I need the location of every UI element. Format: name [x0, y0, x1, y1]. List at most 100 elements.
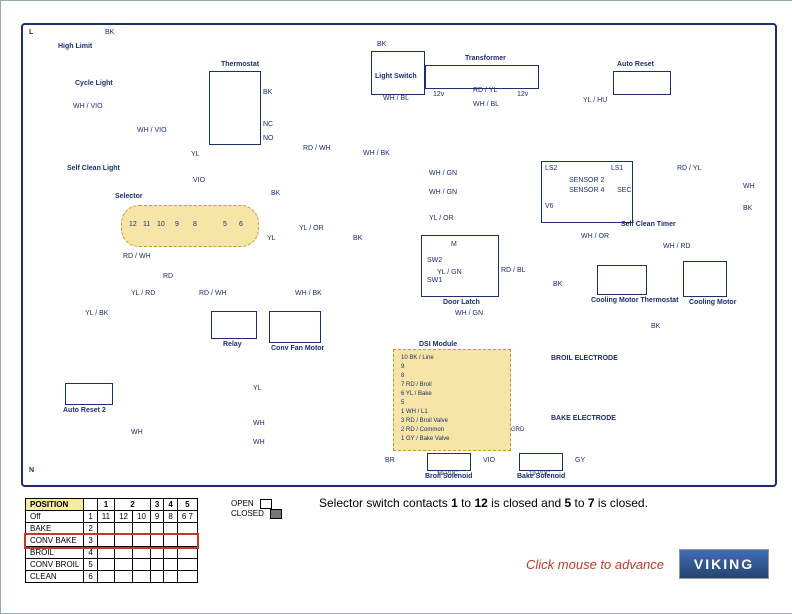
high-limit-label: High Limit	[58, 43, 92, 50]
wire-rd-sel: RD	[163, 273, 173, 280]
table-legend: OPEN CLOSED	[231, 499, 282, 519]
dsi-l0: 10 BK / Line	[401, 355, 434, 361]
ls2: LS2	[545, 165, 557, 172]
viking-logo: VIKING	[679, 549, 769, 579]
position-row-highlight: CONV BAKE3	[26, 535, 198, 547]
auto-reset-2-label: Auto Reset 2	[63, 407, 106, 414]
self-clean-timer-label: Self Clean Timer	[621, 221, 676, 228]
broil-electrode-label: BROIL ELECTRODE	[551, 355, 618, 362]
wire-br: BR	[385, 457, 395, 464]
selector-label: Selector	[115, 193, 143, 200]
thermostat-label: Thermostat	[221, 61, 259, 68]
position-table: POSITION 1 2 3 4 5 Off 1 11 12 10 9 8 6 …	[25, 498, 198, 583]
position-table-wrap: POSITION 1 2 3 4 5 Off 1 11 12 10 9 8 6 …	[25, 498, 198, 583]
cycle-light-label: Cycle Light	[75, 80, 113, 87]
wire-wh-bl-ls: WH / BL	[383, 95, 409, 102]
relay-label: Relay	[223, 341, 242, 348]
conv-fan-box	[269, 311, 321, 343]
wire-rd-bl: RD / BL	[501, 267, 526, 274]
wire-gy: GY	[575, 457, 585, 464]
cooling-motor-box	[683, 261, 727, 297]
transformer-box	[425, 65, 539, 89]
wire-wh-bk-sel: WH / BK	[295, 290, 322, 297]
th-position: POSITION	[26, 499, 84, 511]
wire-no: NO	[263, 135, 274, 142]
wire-yl-or-2: YL / OR	[429, 215, 454, 222]
wire-wl-gn-2: WH / GN	[429, 189, 457, 196]
cmt-box	[597, 265, 647, 295]
wire-bk-ls: BK	[377, 41, 386, 48]
dsi-l2: 8	[401, 373, 404, 379]
wire-rd-wh-3: RD / WH	[199, 290, 227, 297]
cooling-motor-thermostat-label: Cooling Motor Thermostat	[591, 297, 657, 304]
wire-vio-sol: VIO	[483, 457, 495, 464]
sec: SEC	[617, 187, 631, 194]
wire-yl-gn-dl: YL / GN	[437, 269, 462, 276]
dsi-l6: 1 WH / L1	[401, 409, 428, 415]
dsi-l7: 3 RD / Broil Valve	[401, 418, 448, 424]
sw1: SW1	[427, 277, 442, 284]
conv-fan-label: Conv Fan Motor	[271, 345, 321, 352]
wire-rd-wh-sel: RD / WH	[123, 253, 151, 260]
auto-reset-box	[613, 71, 671, 95]
wire-bk-right: BK	[743, 205, 752, 212]
wire-rd-yl-sct: RD / YL	[677, 165, 701, 172]
wire-wh-vio-1: WH / VIO	[73, 103, 103, 110]
dsi-l8: 2 RD / Common	[401, 427, 444, 433]
wire-yl-rd: YL / RD	[131, 290, 155, 297]
wire-yl-hu: YL / HU	[583, 97, 607, 104]
wire-wh-vio-2: WH / VIO	[137, 127, 167, 134]
12v-a: 12v	[433, 91, 444, 98]
wire-bk-thermo: BK	[263, 89, 272, 96]
transformer-label: Transformer	[465, 55, 506, 62]
sensor4: SENSOR 4	[569, 187, 604, 194]
wire-yl-or: YL / OR	[299, 225, 324, 232]
wire-bk-bot: BK	[651, 323, 660, 330]
wire-wh-or: WH / OR	[581, 233, 609, 240]
grd: GRD	[511, 427, 524, 433]
broil-sol-box	[427, 453, 471, 471]
thermostat-box	[209, 71, 261, 145]
vdc-b: 19 VDC	[529, 471, 550, 477]
wire-bk-sel: BK	[271, 190, 280, 197]
auto-reset-label: Auto Reset	[617, 61, 654, 68]
wire-wh-right: WH	[743, 183, 755, 190]
caption-text: Selector switch contacts 1 to 12 is clos…	[319, 496, 648, 510]
wire-yl-thermo: YL	[191, 151, 200, 158]
wire-wh-bk-mid: WH / BK	[363, 150, 390, 157]
schematic-frame: L N High Limit BK Cycle Light WH / VIO W…	[21, 23, 777, 487]
door-latch-label: Door Latch	[443, 299, 480, 306]
auto-reset-2-box	[65, 383, 113, 405]
wire-wh-bot-c: WH	[131, 429, 143, 436]
dsi-l1: 9	[401, 364, 404, 370]
wire-yl-bk: YL / BK	[85, 310, 108, 317]
cooling-motor-label: Cooling Motor	[689, 299, 736, 306]
page[interactable]: L N High Limit BK Cycle Light WH / VIO W…	[0, 0, 792, 614]
wire-rd-wh-1: RD / WH	[303, 145, 331, 152]
bake-electrode-label: BAKE ELECTRODE	[551, 415, 616, 422]
wire-wh-bot-b: WH	[253, 439, 265, 446]
terminal-L: L	[29, 29, 33, 36]
dsi-l3: 7 RD / Broil	[401, 382, 432, 388]
wire-bk-mid: BK	[353, 235, 362, 242]
advance-hint[interactable]: Click mouse to advance	[526, 557, 664, 572]
wire-rd-yl-tr: RD / YL	[473, 87, 497, 94]
vdc-a: 19 VDC	[437, 471, 458, 477]
wire-wh-bot-a: WH	[253, 420, 265, 427]
sw2: SW2	[427, 257, 442, 264]
wire-nc: NC	[263, 121, 273, 128]
bake-sol-box	[519, 453, 563, 471]
wire-yl-bot: YL	[253, 385, 262, 392]
dsi-module-label: DSI Module	[419, 341, 457, 348]
terminal-N: N	[29, 467, 34, 474]
v6: V6	[545, 203, 554, 210]
light-switch-label: Light Switch	[375, 73, 417, 80]
wire-vio: VIO	[193, 177, 205, 184]
dsi-l9: 1 GY / Bake Valve	[401, 436, 449, 442]
wire-bk-top: BK	[105, 29, 114, 36]
self-clean-light-label: Self Clean Light	[67, 165, 120, 172]
sensor2: SENSOR 2	[569, 177, 604, 184]
12v-b: 12v	[517, 91, 528, 98]
wire-wh-gn-3: WH / GN	[455, 310, 483, 317]
m: M	[451, 241, 457, 248]
